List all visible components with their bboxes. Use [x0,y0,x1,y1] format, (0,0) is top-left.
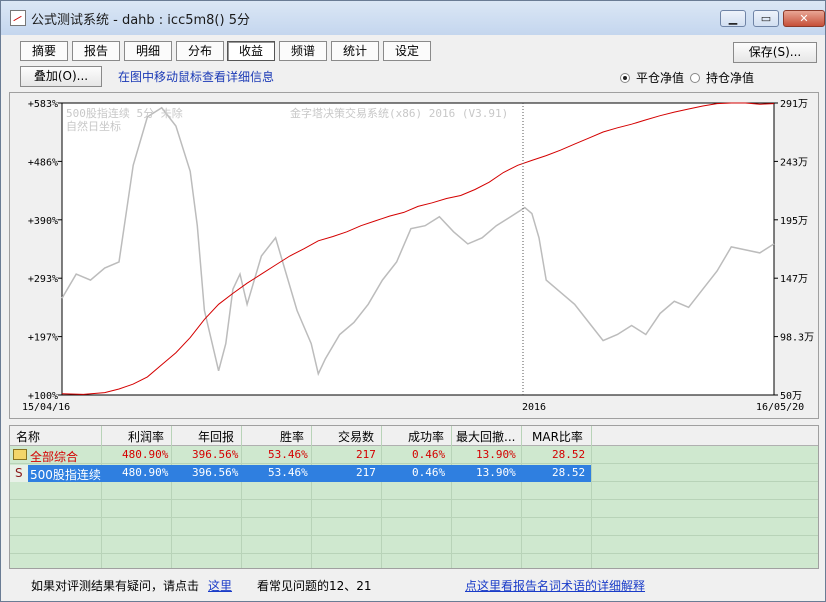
app-window: 公式测试系统 - dahb : icc5m8() 5分 ▁ ▭ ✕ 摘要 报告 … [0,0,826,602]
left-tick-label: +390% [28,216,58,227]
cell-trade-count: 217 [356,448,376,461]
right-tick-label: 98.3万 [780,333,814,344]
cell-annual-return: 396.56% [192,466,239,479]
results-table: 名称 利润率 年回报 胜率 交易数 成功率 最大回撤... MAR比率 全部综合… [9,425,819,569]
cell-success-rate: 0.46% [412,466,446,479]
window-title: 公式测试系统 - dahb : icc5m8() 5分 [31,13,250,28]
col-name[interactable]: 名称 [16,428,40,445]
row-divider [10,499,818,500]
row-name: 500股指连续 [30,468,101,482]
overlay-text-2: 自然日坐标 [66,119,121,133]
row-divider [10,535,818,536]
tab-report[interactable]: 报告 [72,41,120,61]
x-label-2016: 2016 [522,402,546,413]
radio-selected-icon [620,72,630,83]
cell-max-drawdown: 13.90% [476,466,516,479]
minimize-button[interactable]: ▁ [720,10,746,27]
table-row[interactable]: 全部综合 480.90% 396.56% 53.46% 217 0.46% 13… [10,447,818,464]
cell-max-drawdown: 13.90% [476,448,516,461]
equity-chart[interactable]: +583% +486% +390% +293% +197% +100% 291万 243万 1… [9,92,819,419]
table-row-selected[interactable]: S 500股指连续 480.90% 396.56% 53.46% 217 0.4… [10,465,818,482]
left-tick-label: +293% [28,274,58,285]
tab-distribution[interactable]: 分布 [176,41,224,61]
tab-spectrum[interactable]: 频谱 [279,41,327,61]
footer-faq: 看常见问题的12、21 [257,579,372,593]
title-bar: 公式测试系统 - dahb : icc5m8() 5分 ▁ ▭ ✕ [1,1,825,35]
chart-hint: 在图中移动鼠标查看详细信息 [118,70,275,84]
overlay-text-1: 500股指连续 5分 未除 [66,106,183,120]
col-annual-return[interactable]: 年回报 [198,428,234,445]
chart-watermark: 金字塔决策交易系统(x86) 2016 (V3.91) [290,106,508,120]
plot-area [61,102,775,396]
cell-trade-count: 217 [356,466,376,479]
radio-unselected-icon [690,72,700,83]
left-tick-label: +197% [28,333,58,344]
tab-returns[interactable]: 收益 [227,41,275,61]
right-tick-label: 147万 [780,274,808,285]
cell-mar-ratio: 28.52 [552,448,586,461]
x-label-end: 16/05/20 [756,402,804,413]
right-tick-label: 243万 [780,157,808,168]
col-max-drawdown[interactable]: 最大回撤... [456,428,515,445]
footer-explain-link[interactable]: 点这里看报告名词术语的详细解释 [465,577,645,594]
radio-hold-equity[interactable]: 持仓净值 [690,69,754,86]
row-divider [10,517,818,518]
series-s-icon: S [15,466,23,480]
overlay-button[interactable]: 叠加(O)... [20,66,102,87]
cell-success-rate: 0.46% [412,448,446,461]
radio-close-equity-label: 平仓净值 [636,71,685,85]
tab-settings[interactable]: 设定 [383,41,431,61]
row-divider [10,553,818,554]
close-button[interactable]: ✕ [783,10,825,27]
cell-annual-return: 396.56% [192,448,239,461]
folder-icon [13,449,27,460]
cell-profit-rate: 480.90% [122,448,169,461]
tab-statistics[interactable]: 统计 [331,41,379,61]
col-profit-rate[interactable]: 利润率 [128,428,164,445]
col-success-rate[interactable]: 成功率 [408,428,444,445]
cell-win-rate: 53.46% [268,466,308,479]
left-tick-label: +100% [28,391,58,402]
tab-summary[interactable]: 摘要 [20,41,68,61]
maximize-button[interactable]: ▭ [753,10,779,27]
table-header: 名称 利润率 年回报 胜率 交易数 成功率 最大回撤... MAR比率 [10,426,818,446]
cell-mar-ratio: 28.52 [552,466,586,479]
right-tick-label: 291万 [780,99,808,110]
radio-close-equity[interactable]: 平仓净值 [620,69,684,86]
col-trade-count[interactable]: 交易数 [338,428,374,445]
right-tick-label: 195万 [780,216,808,227]
app-icon [10,10,26,26]
equity-chart-svg[interactable]: +583% +486% +390% +293% +197% +100% 291万 243万 1… [10,93,818,418]
save-button[interactable]: 保存(S)... [733,42,817,63]
row-name: 全部综合 [30,450,79,464]
tab-details[interactable]: 明细 [124,41,172,61]
radio-hold-equity-label: 持仓净值 [706,71,755,85]
col-win-rate[interactable]: 胜率 [280,428,304,445]
cell-win-rate: 53.46% [268,448,308,461]
right-tick-label: 50万 [780,391,802,402]
footer-here-link[interactable]: 这里 [208,577,232,594]
cell-profit-rate: 480.90% [122,466,169,479]
left-tick-label: +486% [28,157,58,168]
left-tick-label: +583% [28,99,58,110]
col-mar-ratio[interactable]: MAR比率 [532,428,583,445]
footer-question: 如果对评测结果有疑问，请点击 [31,579,200,593]
x-label-start: 15/04/16 [22,402,70,413]
